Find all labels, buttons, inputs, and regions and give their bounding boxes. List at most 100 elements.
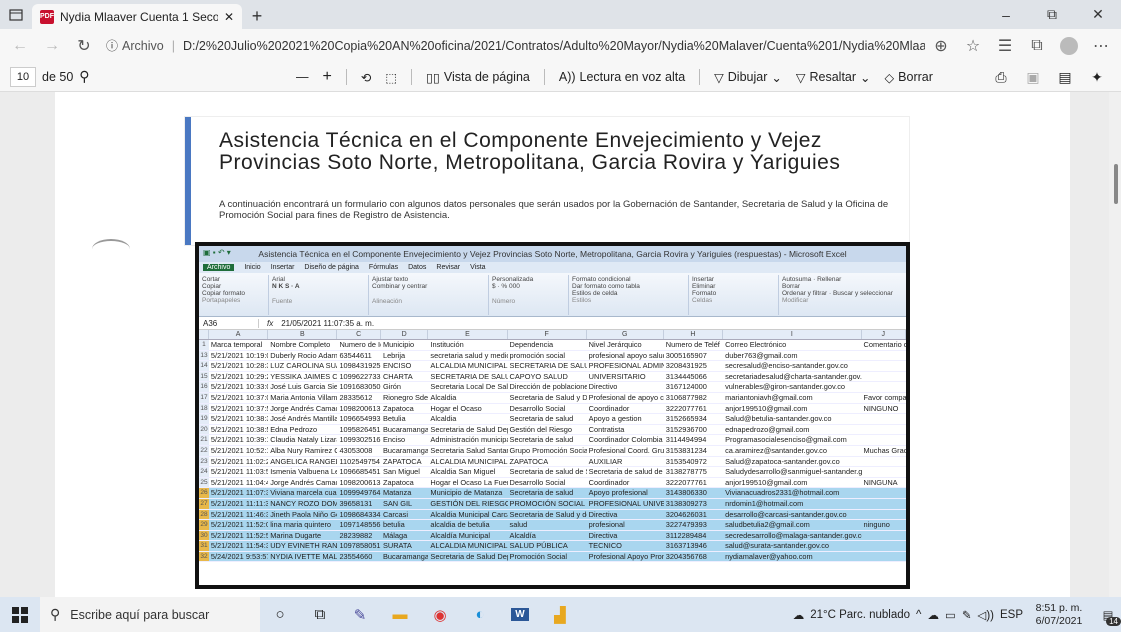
zoom-out-button[interactable]: — — [290, 62, 315, 92]
table-cell: ednapedrozo@gmail.com — [725, 424, 810, 434]
pen-icon[interactable]: ✎ — [962, 608, 972, 622]
table-cell: 1099622733 — [339, 371, 381, 381]
collections-icon[interactable]: ⧉ — [1021, 32, 1053, 60]
table-row: 275/21/2021 11:11:36NANCY ROZO DOMIN3965… — [199, 498, 906, 510]
table-cell: Dependencia — [509, 340, 554, 349]
table-cell: Comentario o Observaciones — [863, 340, 907, 349]
word-icon[interactable]: W — [500, 597, 540, 632]
info-icon[interactable]: ⓘ — [106, 37, 118, 54]
chevron-up-icon[interactable]: ^ — [916, 609, 921, 621]
task-view-icon[interactable]: ⧉ — [300, 597, 340, 632]
table-cell: 39658131 — [339, 498, 373, 508]
highlight-label: Resaltar — [809, 70, 857, 84]
forward-button[interactable]: → — [36, 32, 68, 60]
read-aloud-button[interactable]: A)) Lectura en voz alta — [553, 62, 691, 92]
tab-actions-icon[interactable] — [0, 0, 32, 29]
favorite-icon[interactable]: ☆ — [957, 32, 989, 60]
ribbon-item: Combinar y centrar — [372, 283, 428, 290]
excel-column-headers: ABCDEFGHIJ — [199, 330, 906, 340]
profile-avatar[interactable] — [1053, 32, 1085, 60]
table-cell: ZAPATOCA — [382, 456, 422, 466]
favorites-list-icon[interactable]: ☰ — [989, 32, 1021, 60]
volume-icon[interactable]: ◁)) — [977, 608, 994, 622]
clock[interactable]: 8:51 p. m. 6/07/2021 — [1029, 602, 1089, 628]
chevron-down-icon[interactable]: ⌄ — [860, 70, 870, 85]
table-row: 175/21/2021 10:37:05Maria Antonia Villam… — [199, 392, 906, 404]
table-cell — [862, 541, 907, 551]
pdf-viewer[interactable]: Asistencia Técnica en el Componente Enve… — [0, 92, 1121, 597]
more-icon[interactable]: ⋯ — [1085, 32, 1117, 60]
table-cell: 5/21/2021 10:33:03 — [210, 382, 268, 392]
ribbon-item: Estilos de celda — [572, 290, 618, 297]
vertical-scrollbar[interactable] — [1109, 92, 1121, 597]
table-cell: GESTIÓN DEL RIESGO — [430, 498, 508, 508]
cloud-icon[interactable]: ☁ — [927, 608, 939, 622]
highlight-button[interactable]: ▽ Resaltar ⌄ — [790, 62, 877, 92]
file-explorer-icon[interactable]: ▬ — [380, 597, 420, 632]
back-button[interactable]: ← — [4, 32, 36, 60]
ribbon-item: Estilos — [572, 297, 592, 304]
taskbar-search[interactable]: ⚲ Escribe aquí para buscar — [40, 597, 260, 632]
tab-pdf[interactable]: PDF Nydia Mlaaver Cuenta 1 Secop.p ✕ — [32, 4, 242, 29]
print-icon[interactable]: ⎙ — [985, 69, 1017, 86]
reload-button[interactable]: ↻ — [68, 32, 100, 60]
close-tab-icon[interactable]: ✕ — [224, 10, 234, 24]
zoom-in-button[interactable]: + — [317, 62, 338, 92]
draw-button[interactable]: ▽ Dibujar ⌄ — [708, 62, 788, 92]
table-cell: Alcaldia Municipal Carcas — [430, 509, 508, 519]
table-cell: 5/21/2021 11:04:48 — [210, 477, 269, 487]
system-tray: ☁ 21°C Parc. nublado ^ ☁ ▭ ✎ ◁)) ESP 8:5… — [793, 597, 1121, 632]
weather-text[interactable]: 21°C Parc. nublado — [810, 609, 910, 621]
table-cell: Gestión del Riesgo — [509, 424, 572, 434]
chrome-icon[interactable]: ◉ — [420, 597, 460, 632]
cortana-icon[interactable]: ○ — [260, 597, 300, 632]
erase-button[interactable]: ◇ Borrar — [879, 62, 939, 92]
windows-start-button[interactable] — [0, 597, 40, 632]
table-cell: NYDIA IVETTE MALAV — [270, 551, 338, 561]
close-window-button[interactable]: ✕ — [1075, 0, 1121, 29]
page-view-label: Vista de página — [443, 70, 530, 84]
save-as-icon[interactable]: ▤ — [1049, 69, 1081, 86]
network-icon[interactable]: ▭ — [945, 608, 956, 622]
ribbon-item: Borrar — [782, 283, 801, 290]
search-icon[interactable]: ⚲ — [79, 68, 89, 85]
table-cell: Secretaria de salud de S — [588, 467, 664, 477]
page-view-button[interactable]: ▯▯ Vista de página — [420, 62, 536, 92]
table-cell: Matanza — [382, 488, 412, 498]
rotate-icon[interactable]: ⟲ — [355, 62, 377, 92]
weather-icon[interactable]: ☁ — [793, 608, 805, 622]
ribbon-group-editing: Autosuma · Rellenar Borrar Ordenar y fil… — [779, 275, 906, 315]
erase-label: Borrar — [898, 70, 933, 84]
app-icon[interactable]: ▟ — [540, 597, 580, 632]
table-cell: Viviana marcela cuadr — [270, 488, 338, 498]
chevron-down-icon[interactable]: ⌄ — [771, 70, 781, 85]
ribbon-group-number: Personalizada $ · % 000 Número — [489, 275, 569, 315]
minimize-button[interactable]: – — [983, 0, 1029, 29]
notifications-icon[interactable]: ▤ 14 — [1095, 608, 1121, 626]
scrollbar-thumb[interactable] — [1114, 164, 1118, 204]
edge-icon[interactable]: ◐ — [460, 597, 500, 632]
page-number-input[interactable]: 10 — [10, 66, 36, 87]
table-cell: NINGUNO — [863, 403, 899, 413]
table-cell: Alba Nury Ramirez Ca — [270, 445, 338, 455]
table-cell: UNIVERSITARIO — [588, 371, 646, 381]
zoom-icon[interactable]: ⊕ — [925, 32, 957, 60]
fit-page-icon[interactable]: ⬚ — [379, 62, 403, 92]
ribbon-item: Arial — [272, 276, 286, 283]
pin-icon[interactable]: ✦ — [1081, 69, 1113, 86]
table-row: 23 5/21/2021 11:02:20 ANGELICA RANGEL 11025… — [199, 456, 906, 468]
save-icon[interactable]: ▣ — [1017, 69, 1049, 86]
address-bar[interactable]: ⓘ Archivo | D:/2%20Julio%202021%20Copia%… — [100, 32, 925, 60]
table-cell: 28335612 — [339, 392, 373, 402]
table-cell: 5/21/2021 11:54:35 — [210, 541, 269, 551]
table-cell: Bucaramanga — [382, 551, 429, 561]
table-cell: 3222077761 — [665, 477, 707, 487]
table-cell: Secretaria Salud Santand — [430, 445, 508, 455]
table-cell: UDY EVINETH RANGE — [270, 541, 338, 551]
table-cell: 5/21/2021 11:07:35 — [210, 488, 269, 498]
new-tab-button[interactable]: + — [242, 4, 272, 29]
restore-button[interactable]: ⧉ — [1029, 0, 1075, 29]
pen-app-icon[interactable]: ✎ — [340, 597, 380, 632]
table-cell: 23554660 — [339, 551, 373, 561]
language-indicator[interactable]: ESP — [1000, 609, 1023, 621]
